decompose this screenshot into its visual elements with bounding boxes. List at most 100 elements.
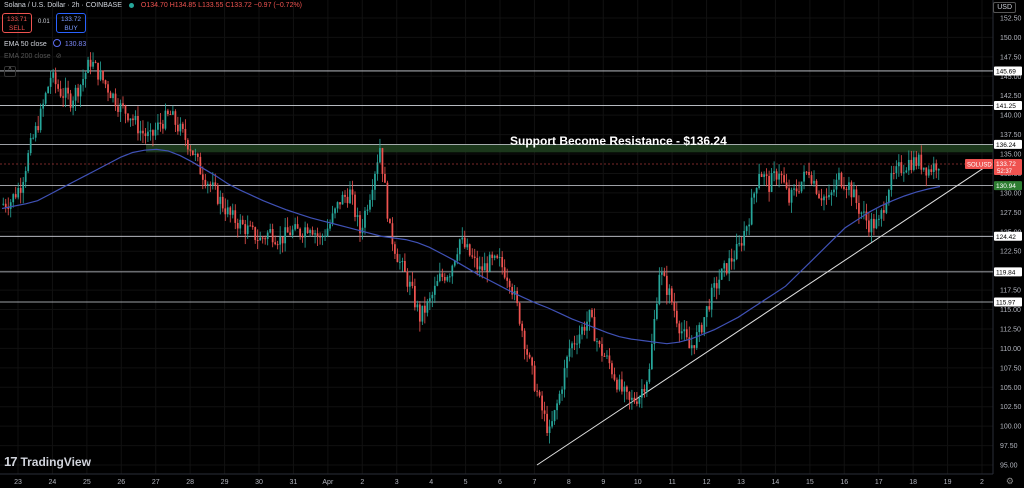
x-tick-label: 17 <box>875 479 883 486</box>
candle-body <box>653 318 656 344</box>
candle-body <box>511 286 514 295</box>
candle-body <box>685 329 688 338</box>
candle-body <box>476 257 479 270</box>
candle-body <box>104 80 107 85</box>
candle-body <box>825 196 828 198</box>
candle-body <box>201 174 204 180</box>
candle-body <box>843 186 845 189</box>
symbol-title[interactable]: Solana / U.S. Dollar · 2h · COINBASE <box>4 2 122 9</box>
candle-body <box>890 172 893 190</box>
candle-body <box>436 281 439 286</box>
candle-body <box>256 240 259 242</box>
candle-body <box>154 129 157 136</box>
candle-body <box>371 189 374 200</box>
candle-body <box>673 302 676 311</box>
candle-body <box>521 323 524 331</box>
candle-body <box>775 171 778 180</box>
candle-body <box>214 182 217 186</box>
candle-body <box>613 374 616 380</box>
candle-body <box>715 283 718 289</box>
candle-body <box>700 324 703 333</box>
buy-button[interactable]: 133.72 BUY <box>56 13 86 33</box>
candle-body <box>99 70 102 80</box>
candle-body <box>788 188 790 203</box>
candle-body <box>416 304 419 308</box>
x-tick-label: Apr <box>322 479 334 486</box>
candle-body <box>563 368 566 390</box>
candle-body <box>401 261 404 263</box>
candle-body <box>631 397 633 400</box>
symbol-header: Solana / U.S. Dollar · 2h · COINBASE O13… <box>4 2 302 9</box>
candle-body <box>117 106 119 112</box>
candle-body <box>795 188 798 192</box>
candle-body <box>259 237 262 241</box>
y-tick-label: 147.50 <box>1000 54 1022 61</box>
candle-body <box>558 393 561 404</box>
level-tag-label: 145.69 <box>996 68 1016 75</box>
candle-body <box>678 323 681 334</box>
currency-selector[interactable]: USD <box>993 2 1016 13</box>
candle-body <box>516 290 519 304</box>
level-tag-label: 141.25 <box>996 103 1016 110</box>
candle-body <box>591 309 593 317</box>
candle-body <box>466 244 469 248</box>
ema200-legend[interactable]: EMA 200 close ⊘ <box>4 52 62 60</box>
sell-button[interactable]: 133.71 SELL <box>2 13 32 33</box>
y-tick-label: 137.50 <box>1000 132 1022 139</box>
candle-body <box>608 355 611 364</box>
candle-body <box>42 103 45 109</box>
x-tick-label: 26 <box>117 479 125 486</box>
candle-body <box>112 93 114 99</box>
y-tick-label: 127.50 <box>1000 210 1022 217</box>
spread-value: 0.01 <box>38 19 50 25</box>
level-tag-label: 115.97 <box>996 299 1016 306</box>
candle-body <box>755 187 758 194</box>
candle-body <box>790 189 793 203</box>
eye-hidden-icon[interactable]: ⊘ <box>56 53 62 60</box>
candle-body <box>236 222 239 229</box>
settings-gear-icon[interactable]: ⚙ <box>1006 476 1014 487</box>
candle-body <box>705 306 708 318</box>
x-tick-label: 12 <box>703 479 711 486</box>
x-tick-label: 10 <box>634 479 642 486</box>
x-tick-label: 2 <box>980 479 984 486</box>
candle-body <box>578 334 581 344</box>
collapse-legend-icon[interactable]: ^ <box>4 66 16 77</box>
candle-body <box>177 124 179 132</box>
candle-body <box>668 288 671 295</box>
candle-body <box>693 345 696 348</box>
candle-body <box>142 130 144 134</box>
y-tick-label: 110.00 <box>1000 346 1021 353</box>
candle-body <box>850 182 853 198</box>
x-tick-label: 18 <box>909 479 917 486</box>
candle-body <box>102 70 104 81</box>
candle-body <box>518 303 521 324</box>
symbol-tag-label: SOLUSD <box>967 162 992 168</box>
candle-body <box>366 209 369 211</box>
candle-body <box>680 331 683 334</box>
candle-body <box>72 100 74 108</box>
candle-body <box>251 225 254 228</box>
candle-body <box>281 236 284 244</box>
candle-body <box>556 403 558 411</box>
price-chart[interactable]: 23 24 25 26 27 28 29 30 31 Apr 2 3 4 5 6 7 8 9 10 11 12 13 14 1… <box>0 0 1024 488</box>
market-status-icon <box>128 3 134 8</box>
candle-body <box>196 153 199 157</box>
candle-body <box>291 229 294 236</box>
candle-body <box>730 258 733 262</box>
candle-body <box>616 379 618 390</box>
candle-body <box>122 103 124 106</box>
candle-body <box>748 224 751 227</box>
candle-body <box>411 281 414 286</box>
x-tick-label: 7 <box>532 479 536 486</box>
candle-body <box>29 137 32 154</box>
candle-body <box>279 236 282 245</box>
candle-body <box>665 275 668 295</box>
candle-body <box>448 276 451 278</box>
candle-body <box>27 153 30 172</box>
candle-body <box>206 183 209 186</box>
candle-body <box>22 181 25 193</box>
candle-body <box>586 321 588 331</box>
ema50-legend[interactable]: EMA 50 close 130.83 <box>4 39 86 48</box>
candle-body <box>536 390 538 392</box>
